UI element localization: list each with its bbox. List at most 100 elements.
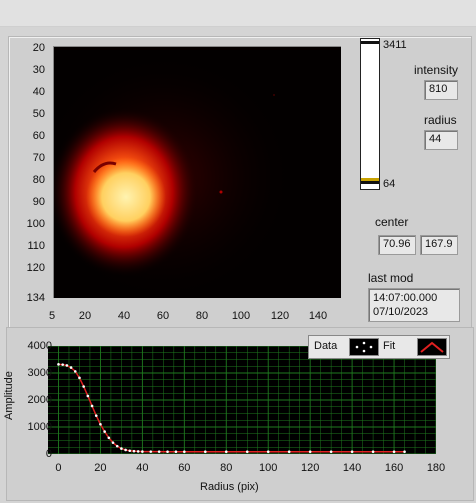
data-point [69,366,73,369]
data-point [157,450,161,453]
plot-y-tick: 4000 [27,340,52,352]
data-point [141,450,144,453]
radius-indicator: 44 [424,130,458,150]
legend-data-label: Data [314,340,338,352]
y-tick: 20 [32,42,45,54]
plot-x-tick: 60 [178,462,191,474]
plot-x-tick: 100 [259,462,278,474]
x-tick: 5 [48,310,56,322]
data-point [90,404,94,408]
data-point [403,450,406,454]
data-point [132,449,136,453]
data-point [224,450,228,454]
y-tick: 90 [32,196,45,208]
colorbar-gold-band [361,178,379,181]
data-point [57,363,60,366]
data-point [61,363,64,366]
x-tick: 20 [78,310,92,322]
x-tick: 40 [117,310,131,322]
color-scale-bar[interactable] [360,38,380,190]
data-point [183,450,186,454]
x-tick: 140 [308,310,328,322]
data-point [203,450,207,454]
colorbar-max-marker[interactable] [361,41,379,44]
data-point [174,450,178,454]
y-tick: 134 [26,292,45,304]
profile-plot-svg [48,346,436,454]
y-tick: 110 [27,240,45,252]
data-point [115,444,119,448]
plot-legend[interactable]: Data Fit [308,335,450,359]
data-point [266,450,270,454]
center-label: center [375,215,409,229]
data-point [308,450,312,454]
data-point [111,441,115,444]
y-axis-label: Amplitude [3,371,15,420]
plot-x-tick: 180 [426,462,446,474]
plot-y-tick: 3000 [27,367,52,379]
x-axis-label: Radius (pix) [200,481,259,493]
data-point [124,448,127,452]
x-tick: 60 [156,310,170,322]
data-point [128,449,132,453]
y-tick: 100 [26,218,45,230]
data-point [86,394,90,398]
plot-x-tick: 20 [94,462,107,474]
plot-x-tick: 160 [384,462,404,474]
y-tick: 70 [32,152,45,164]
data-point [94,414,98,417]
intensity-label: intensity [414,63,459,77]
intensity-image[interactable] [53,46,341,298]
plot-x-tick: 120 [300,462,320,474]
data-point [329,450,333,454]
plot-y-tick: 2000 [27,394,52,406]
data-point [107,436,111,440]
data-point [136,450,140,453]
center-x-indicator: 70.96 [378,235,416,255]
data-point [65,364,69,367]
profile-plot-area[interactable] [48,346,436,454]
data-point [82,385,85,388]
last-mod-time: 14:07:00.000 [373,292,438,304]
plot-x-tick: 140 [342,462,362,474]
data-point [120,447,123,450]
last-mod-label: last mod [368,271,414,285]
data-point [73,370,77,373]
center-y-indicator: 167.9 [420,235,458,255]
data-point [371,450,375,454]
legend-fit-swatch[interactable] [417,338,447,356]
legend-fit-label: Fit [383,340,396,352]
y-tick: 80 [32,174,45,186]
data-point [350,450,354,454]
window-top-strip [0,0,476,27]
plot-x-tick: 80 [220,462,233,474]
colorbar-min-marker[interactable] [361,181,379,184]
y-tick: 60 [32,130,45,142]
y-tick: 30 [32,64,45,76]
data-point [287,450,291,454]
y-tick: 120 [26,262,45,274]
colorbar-min-label: 64 [383,178,396,190]
plot-x-tick: 40 [136,462,149,474]
last-mod-date: 07/10/2023 [373,306,429,318]
last-mod-indicator: 14:07:00.000 07/10/2023 [368,288,460,322]
data-point [392,450,396,454]
plot-y-tick: 1000 [27,421,52,433]
x-tick: 120 [270,310,290,322]
intensity-image-render [54,47,341,298]
data-point [166,450,169,454]
fit-line [58,363,405,453]
data-point [149,450,153,453]
data-point [103,430,106,433]
colorbar-max-label: 3411 [383,39,407,51]
legend-data-swatch[interactable] [349,338,379,356]
radius-label: radius [424,113,457,127]
data-point [245,450,249,454]
data-point [78,376,81,380]
y-tick: 50 [32,108,45,120]
plot-x-tick: 0 [55,462,62,474]
data-point [99,423,102,426]
y-tick: 40 [32,86,45,98]
intensity-indicator: 810 [424,80,458,100]
x-tick: 80 [195,310,209,322]
